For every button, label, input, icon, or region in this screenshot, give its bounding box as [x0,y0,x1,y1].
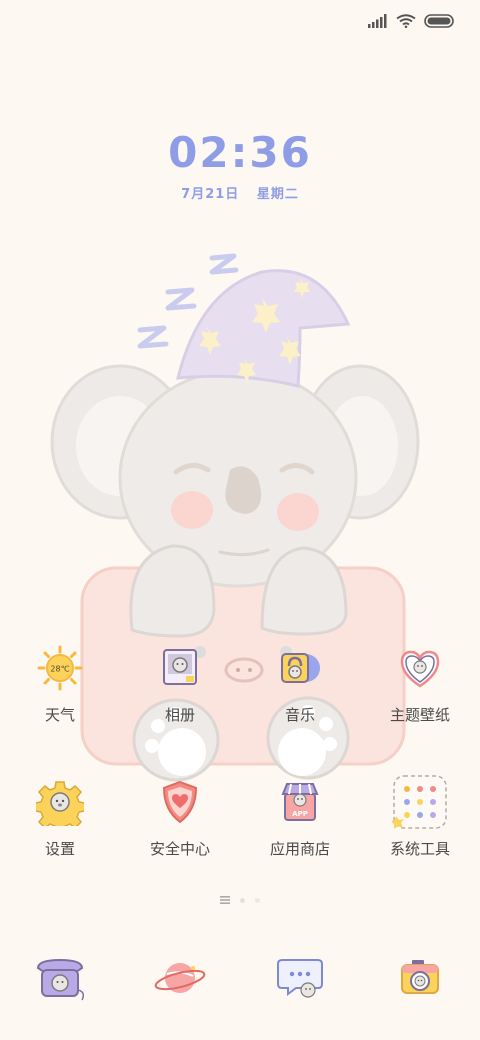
app-label: 系统工具 [389,840,450,858]
page-dot [240,897,245,903]
koala-cheek-right [277,493,319,531]
phone-icon [30,950,90,1006]
app-music[interactable]: 音乐 [240,640,360,725]
settings-gear-icon [32,774,88,830]
app-label: 应用商店 [269,840,330,858]
app-weather[interactable]: 28℃ 天气 [0,640,120,725]
clock-time: 02:36 [168,128,312,177]
system-tools-folder-icon [392,774,448,830]
messages-icon [270,950,330,1006]
weekday-text: 星期二 [256,187,299,202]
app-label: 安全中心 [149,840,210,858]
app-label: 天气 [44,706,75,724]
weather-temp-badge: 28℃ [50,665,69,674]
app-gallery[interactable]: 相册 [120,640,240,725]
music-icon [272,640,328,696]
signal-icon [368,14,387,28]
theme-heart-icon [392,640,448,696]
night-cap [176,269,351,388]
security-shield-icon [152,774,208,830]
page-dot [255,897,260,903]
weather-sun-icon: 28℃ [32,640,88,696]
gallery-icon [152,640,208,696]
page-indicator[interactable] [0,896,480,904]
app-store-icon: APP [272,774,328,830]
app-label: 设置 [44,840,75,858]
app-store-badge: APP [292,810,308,818]
app-settings[interactable]: 设置 [0,774,120,859]
battery-icon [424,14,454,28]
app-label: 相册 [164,706,195,724]
dock-phone[interactable] [0,950,120,1006]
app-security[interactable]: 安全中心 [120,774,240,859]
status-bar [368,10,454,32]
app-grid-row-2: 设置 安全中心 APP 应用商店 系统工具 [0,774,480,859]
app-store[interactable]: APP 应用商店 [240,774,360,859]
dock [0,950,480,1006]
wifi-icon [396,14,416,28]
dock-browser[interactable] [120,950,240,1006]
camera-icon [390,950,450,1006]
clock-date: 7月21日 星期二 [0,183,480,202]
dock-camera[interactable] [360,950,480,1006]
dock-messages[interactable] [240,950,360,1006]
app-label: 主题壁纸 [389,706,450,724]
app-label: 音乐 [284,706,315,724]
app-themes[interactable]: 主题壁纸 [360,640,480,725]
page-list-icon [220,896,230,904]
date-text: 7月21日 [181,187,240,202]
koala-cheek-left [171,491,213,529]
app-grid-row-1: 28℃ 天气 相册 音乐 主题壁纸 [0,640,480,725]
koala-paw-left [129,544,216,638]
app-system-tools-folder[interactable]: 系统工具 [360,774,480,859]
browser-planet-icon [150,950,210,1006]
